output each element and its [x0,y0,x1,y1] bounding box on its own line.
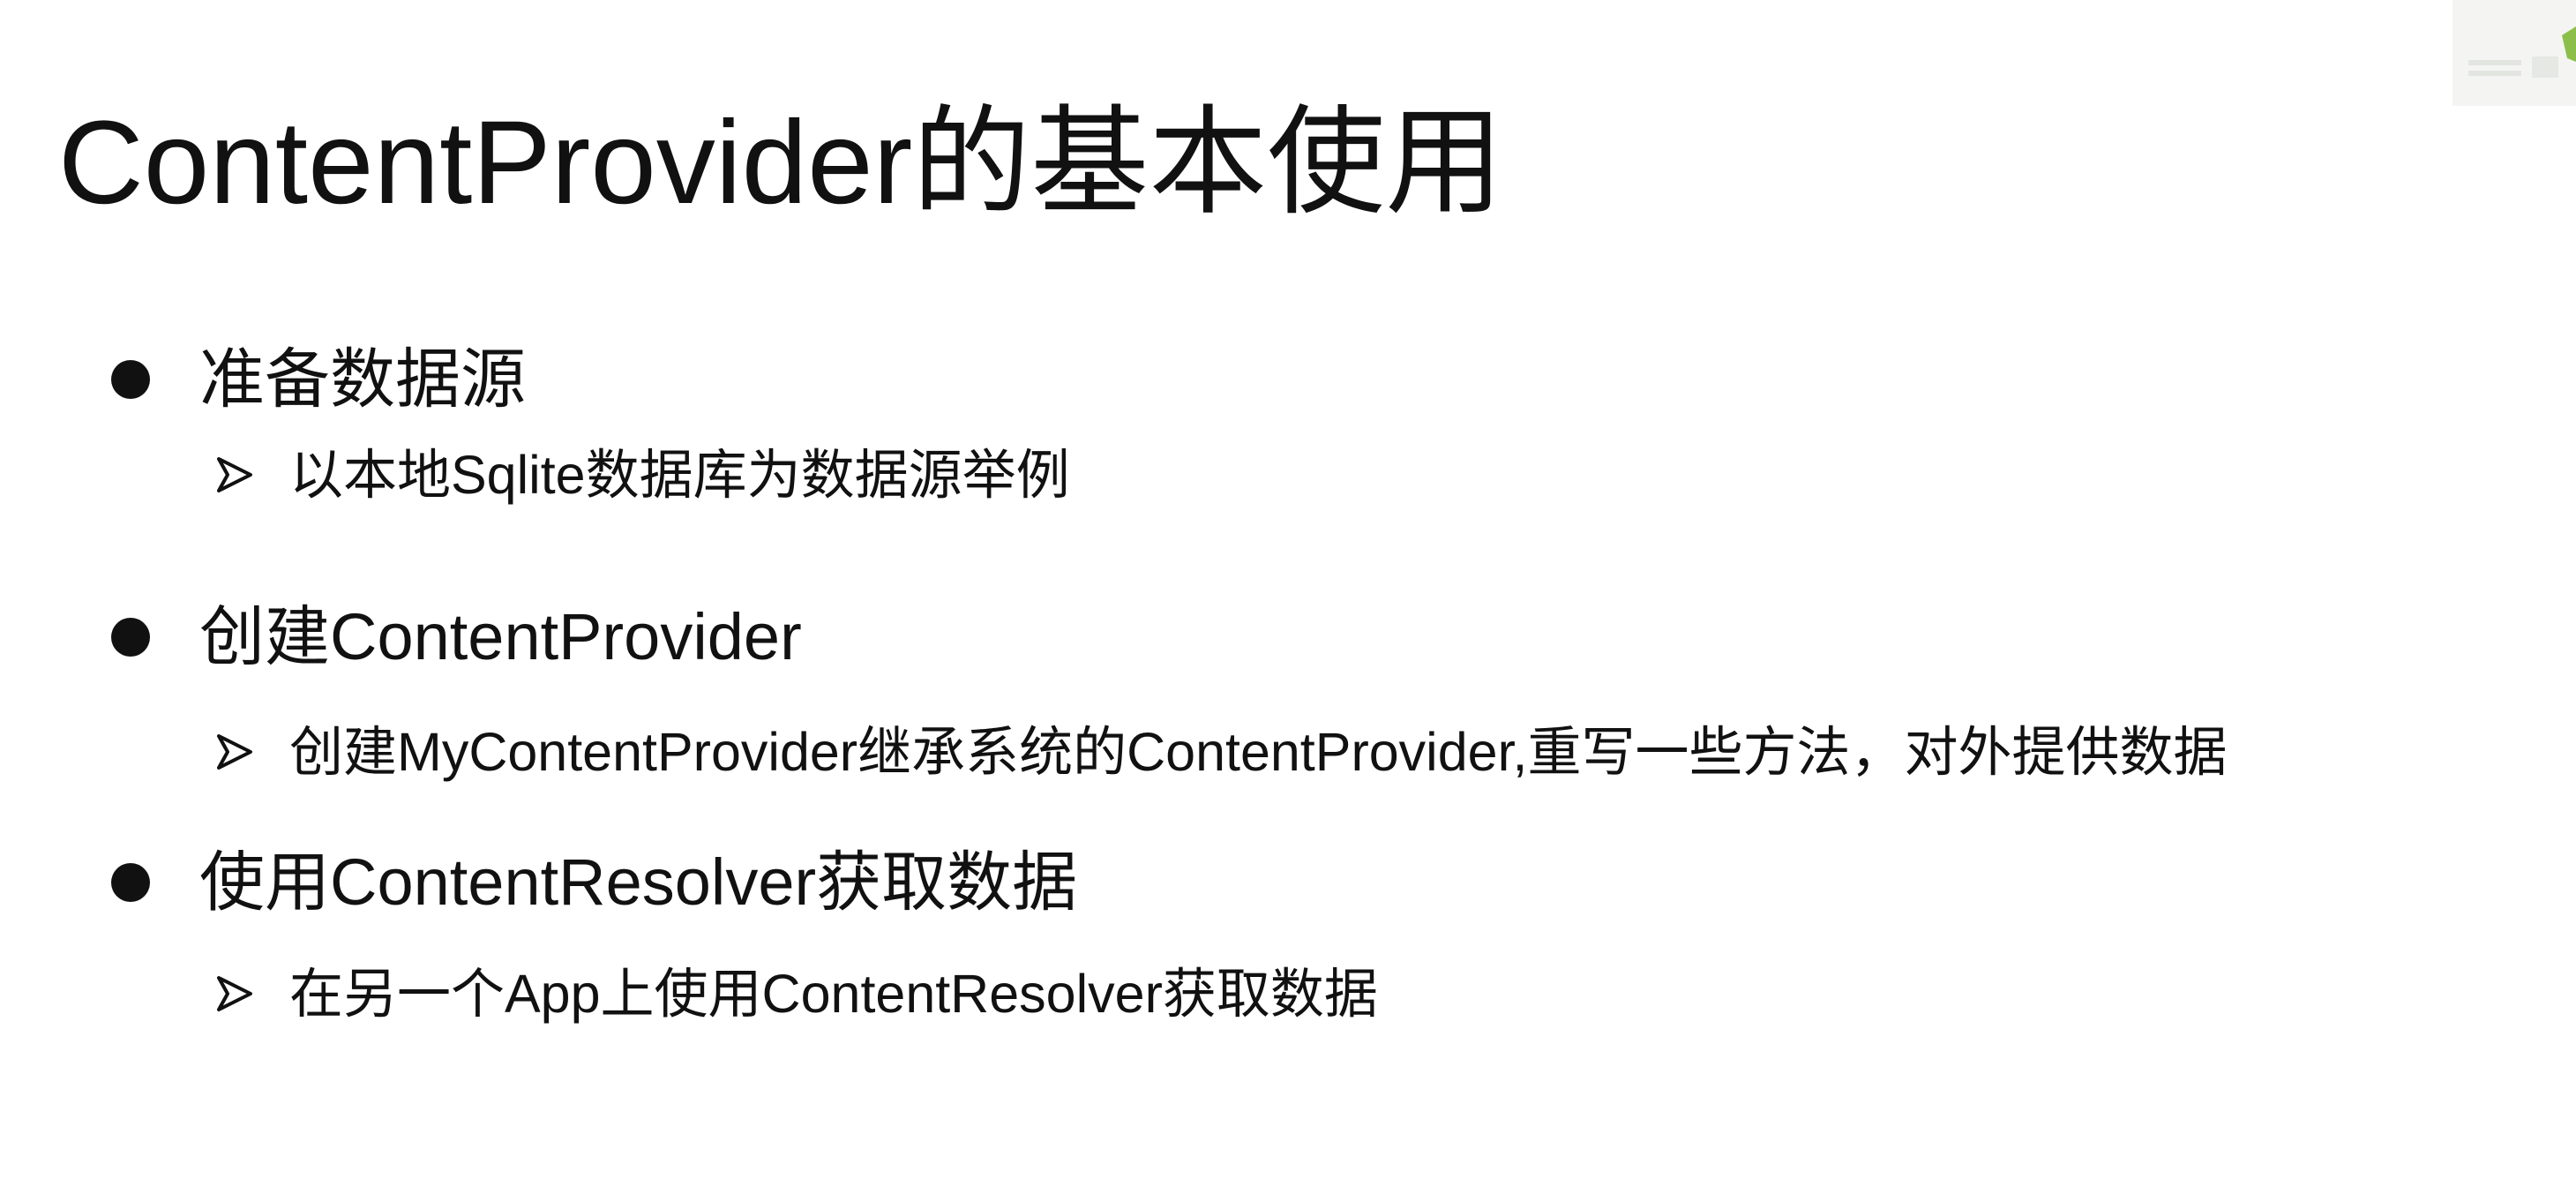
sub-item-text: 以本地Sqlite数据库为数据源举例 [289,445,1070,505]
arrowhead-bullet-icon [215,439,254,515]
sub-item-text: 创建MyContentProvider继承系统的ContentProvider,… [289,722,2228,782]
arrowhead-bullet-icon [215,717,254,792]
slide: ContentProvider的基本使用 准备数据源 以本地Sqlite数据库为… [0,0,2576,1202]
filled-circle-bullet-icon [111,618,150,657]
sub-item-text: 在另一个App上使用ContentResolver获取数据 [289,964,1378,1024]
arrowhead-bullet-icon [215,958,254,1033]
bullet-text: 创建ContentProvider [199,600,802,673]
bullet-text: 准备数据源 [199,342,526,416]
watermark-logo [2400,0,2576,106]
bullet-text: 使用ContentResolver获取数据 [199,845,1078,919]
filled-circle-bullet-icon [111,863,150,902]
filled-circle-bullet-icon [111,360,150,399]
slide-title: ContentProvider的基本使用 [58,97,1504,229]
